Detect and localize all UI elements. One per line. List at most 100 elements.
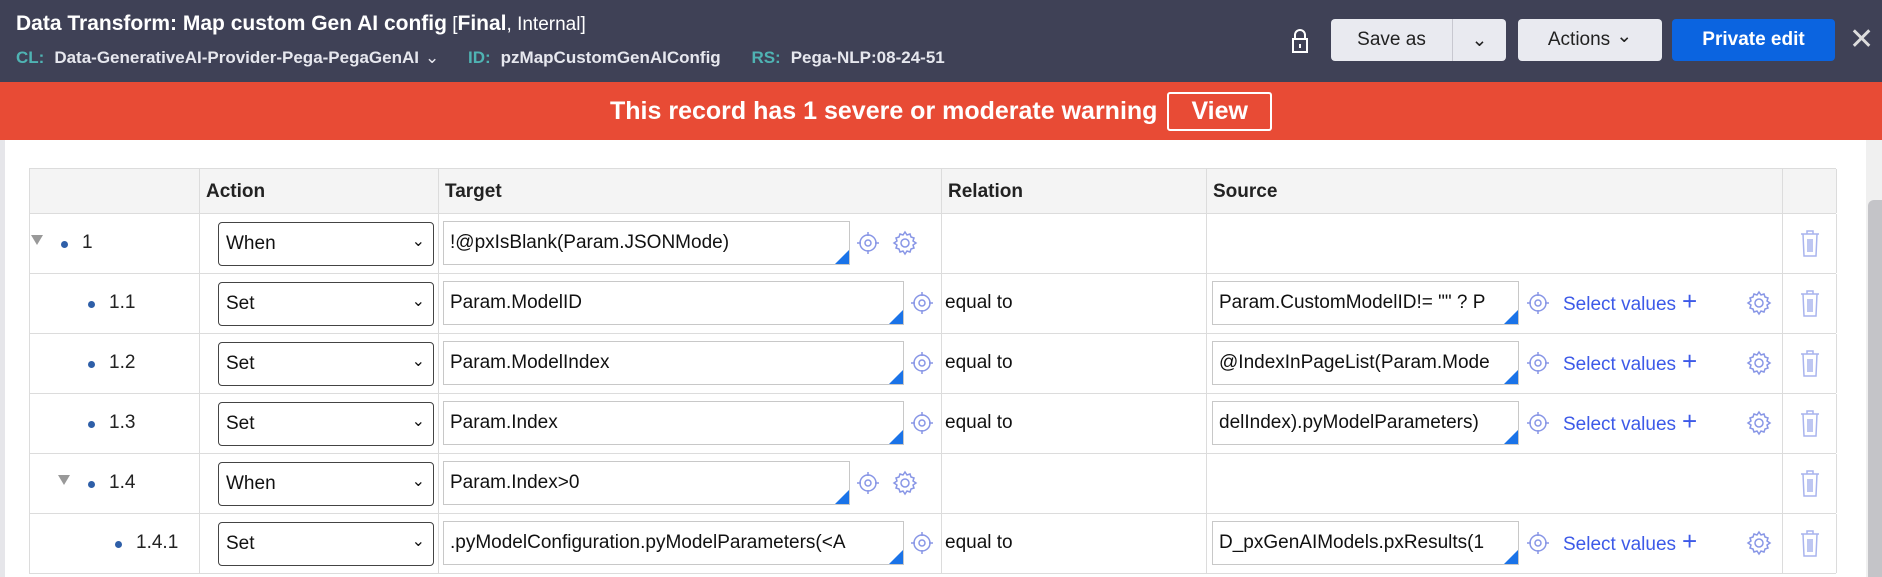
target-input[interactable]: .pyModelConfiguration.pyModelParameters(…: [443, 521, 904, 565]
save-as-button[interactable]: Save as: [1331, 19, 1452, 61]
source-input[interactable]: @IndexInPageList(Param.Mode: [1212, 341, 1519, 385]
target-value: Param.ModelID: [450, 292, 582, 313]
rs-label: RS:: [751, 48, 781, 67]
trash-icon[interactable]: [1799, 528, 1821, 558]
select-values-link[interactable]: Select values +: [1563, 528, 1697, 556]
crosshair-icon[interactable]: [1526, 411, 1550, 441]
bullet-icon: [88, 481, 95, 488]
trash-icon[interactable]: [1799, 348, 1821, 378]
action-select[interactable]: Set ⌄: [218, 282, 434, 326]
gear-icon[interactable]: [1746, 350, 1772, 382]
select-values-link[interactable]: Select values +: [1563, 408, 1697, 436]
source-input[interactable]: Param.CustomModelID!= "" ? P: [1212, 281, 1519, 325]
scrollbar-thumb[interactable]: [1868, 200, 1882, 577]
bullet-icon: [115, 541, 122, 548]
chevron-down-icon: ⌄: [411, 533, 425, 550]
autocomplete-corner-icon: [889, 430, 903, 444]
gear-icon[interactable]: [892, 470, 918, 502]
gear-icon[interactable]: [1746, 530, 1772, 562]
trash-icon[interactable]: [1799, 228, 1821, 258]
relation-value: equal to: [945, 532, 1013, 553]
cell: [1207, 454, 1783, 513]
relation-value: equal to: [945, 412, 1013, 433]
actions-button[interactable]: Actions ⌄: [1518, 19, 1662, 61]
crosshair-icon[interactable]: [910, 291, 934, 321]
action-value: Set: [226, 293, 255, 314]
action-select[interactable]: When ⌄: [218, 462, 434, 506]
plus-icon: +: [1682, 286, 1698, 316]
save-as-menu-button[interactable]: ⌄: [1452, 19, 1506, 61]
source-value: Param.CustomModelID!= "" ? P: [1219, 292, 1486, 313]
crosshair-icon[interactable]: [910, 531, 934, 561]
target-input[interactable]: Param.Index>0: [443, 461, 850, 505]
gear-icon[interactable]: [1746, 290, 1772, 322]
title-final: Final: [457, 12, 507, 35]
target-input[interactable]: Param.ModelIndex: [443, 341, 904, 385]
col-header-target: Target: [439, 169, 942, 213]
crosshair-icon[interactable]: [856, 471, 880, 501]
action-select[interactable]: Set ⌄: [218, 342, 434, 386]
table-row: 1 When ⌄ !@pxIsBlank(Param.JSONMode): [29, 214, 1837, 274]
select-values-label: Select values: [1563, 294, 1677, 315]
relation-value: equal to: [945, 292, 1013, 313]
chevron-down-icon: ⌄: [1471, 29, 1488, 51]
step-number: 1.2: [109, 352, 136, 373]
collapse-arrow-icon[interactable]: [31, 235, 43, 245]
autocomplete-corner-icon: [889, 370, 903, 384]
select-values-link[interactable]: Select values +: [1563, 348, 1697, 376]
private-edit-button[interactable]: Private edit: [1672, 19, 1835, 61]
trash-icon[interactable]: [1799, 468, 1821, 498]
action-select[interactable]: Set ⌄: [218, 522, 434, 566]
cell: [30, 214, 200, 273]
cl-value[interactable]: Data-GenerativeAI-Provider-Pega-PegaGenA…: [54, 48, 419, 67]
close-icon[interactable]: ✕: [1849, 22, 1874, 57]
col-header-source: Source: [1207, 169, 1783, 213]
col-header-relation: Relation: [942, 169, 1207, 213]
crosshair-icon[interactable]: [1526, 291, 1550, 321]
crosshair-icon[interactable]: [910, 411, 934, 441]
lock-icon: [1292, 29, 1308, 53]
view-warnings-button[interactable]: View: [1167, 91, 1272, 131]
autocomplete-corner-icon: [889, 550, 903, 564]
action-value: When: [226, 233, 276, 254]
crosshair-icon[interactable]: [1526, 351, 1550, 381]
crosshair-icon[interactable]: [856, 231, 880, 261]
action-value: Set: [226, 413, 255, 434]
target-input[interactable]: Param.ModelID: [443, 281, 904, 325]
action-value: When: [226, 473, 276, 494]
chevron-down-icon[interactable]: ⌄: [425, 48, 439, 67]
target-value: Param.Index>0: [450, 472, 580, 493]
action-select[interactable]: Set ⌄: [218, 402, 434, 446]
gear-icon[interactable]: [1746, 410, 1772, 442]
target-input[interactable]: Param.Index: [443, 401, 904, 445]
title-bracket: [: [446, 14, 458, 35]
crosshair-icon[interactable]: [1526, 531, 1550, 561]
gear-icon[interactable]: [892, 230, 918, 262]
actions-label: Actions: [1547, 29, 1611, 50]
action-select[interactable]: When ⌄: [218, 222, 434, 266]
step-number: 1.1: [109, 292, 136, 313]
plus-icon: +: [1682, 406, 1698, 436]
table-header: Action Target Relation Source: [29, 168, 1837, 214]
cell: [1207, 214, 1783, 273]
collapse-arrow-icon[interactable]: [58, 475, 70, 485]
table-row: 1.3 Set ⌄ Param.Index equal to delIndex).…: [29, 394, 1837, 454]
crosshair-icon[interactable]: [910, 351, 934, 381]
cl-label: CL:: [16, 48, 45, 67]
trash-icon[interactable]: [1799, 288, 1821, 318]
source-input[interactable]: D_pxGenAIModels.pxResults(1: [1212, 521, 1519, 565]
select-values-label: Select values: [1563, 414, 1677, 435]
bullet-icon: [88, 421, 95, 428]
target-input[interactable]: !@pxIsBlank(Param.JSONMode): [443, 221, 850, 265]
trash-icon[interactable]: [1799, 408, 1821, 438]
table-row: 1.1 Set ⌄ Param.ModelID equal to Param.Cu…: [29, 274, 1837, 334]
table-row: 1.4 When ⌄ Param.Index>0: [29, 454, 1837, 514]
source-input[interactable]: delIndex).pyModelParameters): [1212, 401, 1519, 445]
step-number: 1.3: [109, 412, 136, 433]
action-value: Set: [226, 533, 255, 554]
select-values-link[interactable]: Select values +: [1563, 288, 1697, 316]
plus-icon: +: [1682, 346, 1698, 376]
autocomplete-corner-icon: [1504, 430, 1518, 444]
action-value: Set: [226, 353, 255, 374]
chevron-down-icon: ⌄: [411, 293, 425, 310]
